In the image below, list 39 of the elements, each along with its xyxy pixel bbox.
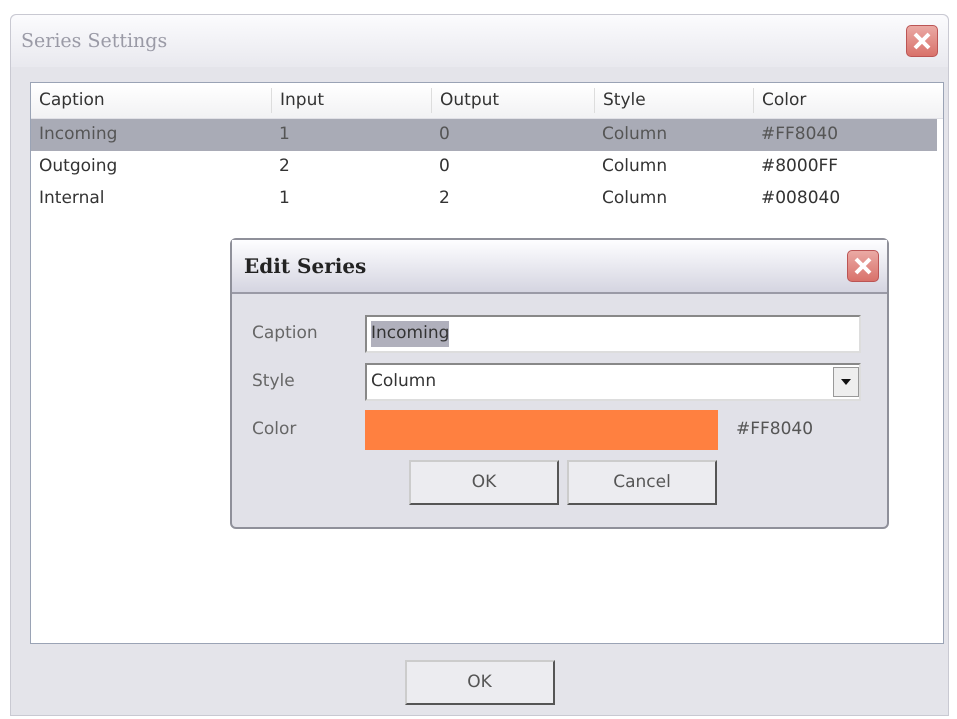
table-cell-text: #FF8040 [760,123,840,146]
dropdown-field[interactable]: Column [365,363,861,401]
header-label[interactable]: Style [594,88,753,114]
table-cell-text: 1 [278,187,291,210]
table-cell-text: 2 [278,155,291,178]
table-cell-text: 0 [438,123,451,146]
table-cell-text: Column [601,187,668,210]
header-label[interactable]: Color [753,88,943,114]
color-value: #FF8040 [736,418,814,442]
table-cell-text: 1 [278,123,291,146]
close-icon [911,30,933,52]
close-button[interactable] [847,250,879,282]
close-icon [852,255,874,277]
ok-button[interactable]: OK [404,660,554,705]
cancel-button[interactable]: Cancel [567,460,717,505]
table-cell-text: Internal [38,187,106,210]
window-title: Series Settings [21,28,168,54]
caption-field[interactable]: Incoming [365,315,861,353]
ok-button[interactable]: OK [409,460,559,505]
header-label[interactable]: Output [431,88,594,114]
table-cell-text: Incoming [38,123,118,146]
table-cell-text: #8000FF [760,155,840,178]
header-label[interactable]: Input [271,88,431,114]
table-cell-text: Column [601,123,668,146]
field-label: Style [252,370,296,394]
table-cell-text: Outgoing [38,155,118,178]
field-label: Color [252,418,298,442]
table-cell-text: #008040 [760,187,842,210]
table-cell-text: 0 [438,155,451,178]
table-cell-text: Column [601,155,668,178]
header-label[interactable]: Caption [31,88,271,114]
dialog-title: Edit Series [244,253,366,280]
list-row[interactable]: Outgoing 2 0 Column #8000FF [31,151,937,183]
list-row[interactable]: Internal 1 2 Column #008040 [31,183,937,215]
field-label: Caption [252,322,319,346]
color-swatch[interactable] [365,410,718,450]
caret-icon [841,379,851,385]
table-cell-text: 2 [438,187,451,210]
close-button[interactable] [906,25,938,57]
